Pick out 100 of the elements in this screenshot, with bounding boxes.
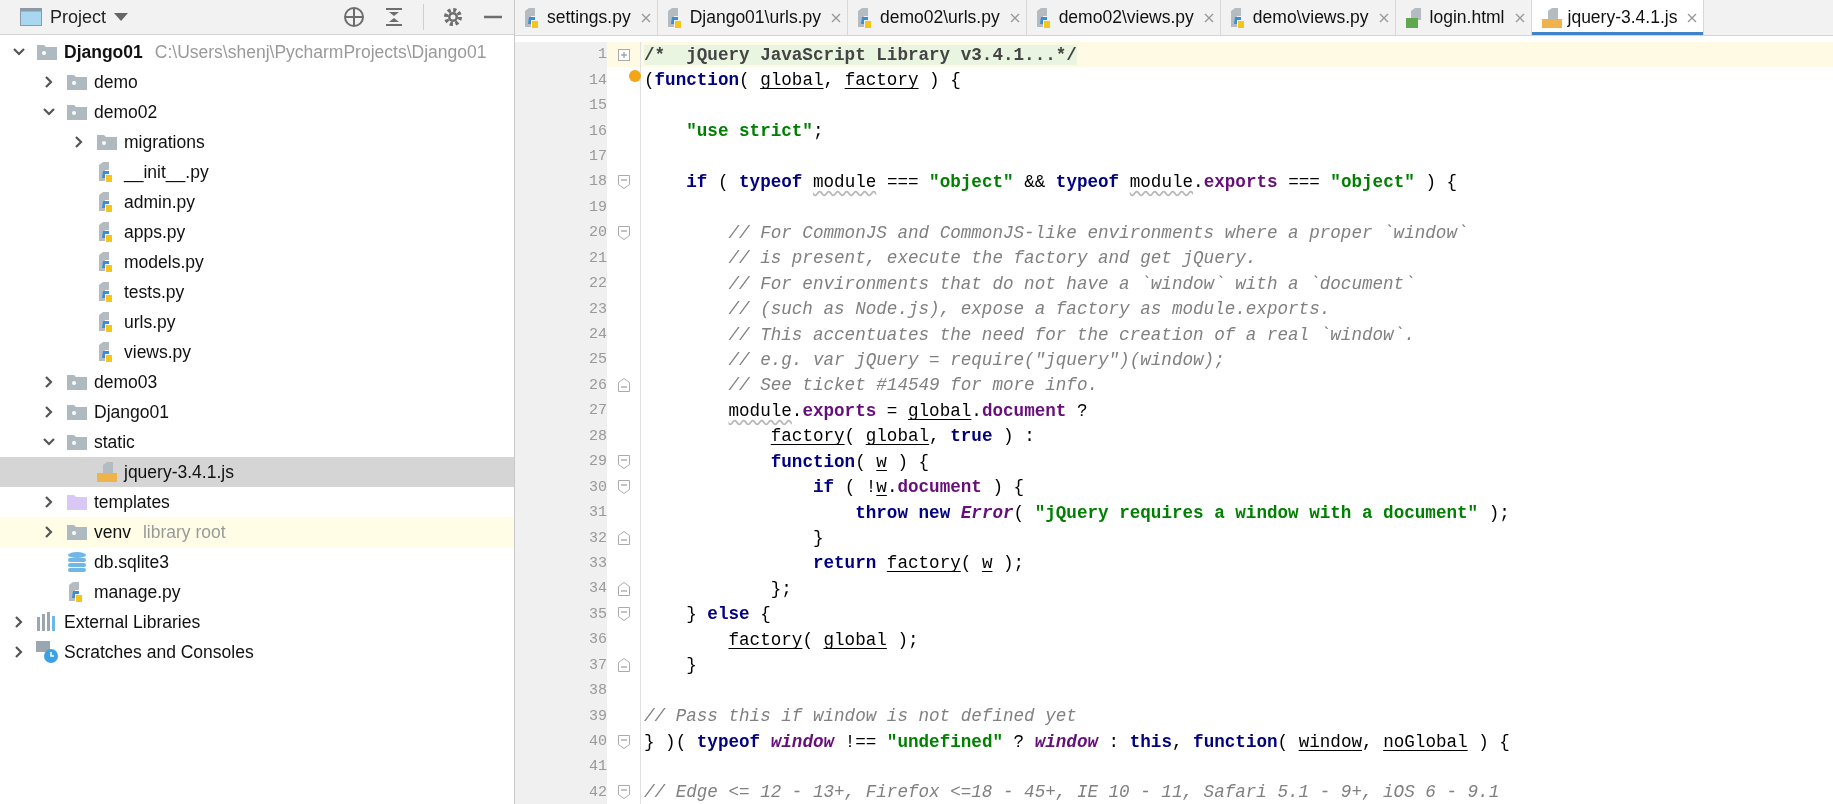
line-number: 33 [515, 550, 607, 577]
line-number: 14 [515, 67, 607, 93]
tree-item[interactable]: manage.py [0, 577, 514, 607]
folder-icon [66, 373, 88, 391]
code-line: }; [769, 578, 792, 599]
collapse-all-icon[interactable] [383, 6, 405, 28]
tree-item-label: demo02 [94, 101, 158, 123]
line-number: 21 [515, 245, 607, 271]
settings-icon[interactable] [442, 6, 464, 28]
tree-item[interactable]: __init__.py [0, 157, 514, 187]
line-number: 42 [515, 779, 607, 804]
editor-tab[interactable]: jquery-3.4.1.js [1531, 0, 1705, 35]
line-number: 16 [515, 118, 607, 144]
close-icon[interactable] [1009, 12, 1020, 23]
line-number: 15 [515, 92, 607, 119]
code-line: // This accentuates the need for the creation of a real `window`. [727, 324, 1415, 345]
folder-icon [66, 103, 88, 121]
folder-icon [66, 403, 88, 421]
close-icon[interactable] [1687, 12, 1698, 23]
fold-end-icon[interactable] [617, 581, 630, 596]
tree-item-label: models.py [124, 251, 204, 273]
fold-end-icon[interactable] [617, 531, 630, 546]
close-icon[interactable] [831, 12, 841, 23]
folder-icon [36, 43, 58, 61]
line-number: 40 [515, 728, 607, 755]
line-number: 18 [515, 169, 607, 195]
tree-item-label: Django01 [64, 41, 143, 63]
fold-collapse-icon[interactable] [617, 607, 630, 622]
fold-collapse-icon[interactable] [617, 734, 630, 749]
fold-collapse-icon[interactable] [617, 480, 630, 495]
code-line: // For environments that do not have a `window` with a `document` [727, 273, 1415, 294]
code-line: } else { [685, 604, 771, 625]
fold-expand-icon[interactable] [617, 48, 630, 61]
code-line: factory( global, true ) : [769, 426, 1035, 447]
tree-item-label: demo [94, 71, 138, 93]
tree-item-label: views.py [124, 341, 192, 363]
tree-item[interactable]: demo [0, 67, 514, 97]
line-number: 23 [515, 296, 607, 322]
tree-item[interactable]: static [0, 427, 514, 457]
code-line: if ( typeof module === "object" && typeof module.exports === "object" ) { [685, 171, 1458, 192]
line-number: 34 [515, 576, 607, 602]
close-icon[interactable] [1203, 12, 1214, 23]
tree-item-hint: library root [142, 521, 226, 543]
tree-item[interactable]: views.py [0, 337, 514, 367]
fold-collapse-icon[interactable] [617, 785, 630, 800]
tree-item[interactable]: External Libraries [0, 607, 514, 637]
folder-icon [66, 73, 88, 91]
lightbulb-icon[interactable] [629, 70, 641, 83]
line-number: 32 [515, 525, 607, 551]
line-number: 35 [515, 601, 607, 628]
line-number: 41 [515, 754, 607, 780]
close-icon[interactable] [640, 12, 651, 23]
locate-target-icon[interactable] [343, 6, 365, 28]
line-number: 27 [515, 398, 607, 424]
database-icon [66, 551, 88, 573]
scratches-icon [35, 640, 59, 664]
tree-item[interactable]: jquery-3.4.1.js [0, 457, 514, 487]
line-number: 37 [515, 652, 607, 678]
tree-item[interactable]: apps.py [0, 217, 514, 247]
tree-item[interactable]: admin.py [0, 187, 514, 217]
tree-item[interactable]: models.py [0, 247, 514, 277]
panel-title[interactable]: Project [50, 6, 107, 28]
line-number: 39 [515, 703, 607, 729]
tree-item[interactable]: tests.py [0, 277, 514, 307]
tree-item-hint: C:\Users\shenj\PycharmProjects\Django01 [154, 41, 487, 63]
tree-item-label: manage.py [94, 581, 181, 603]
dropdown-caret-icon[interactable] [114, 13, 129, 21]
code-line: // Edge <= 12 - 13+, Firefox <=18 - 45+, IE 10 - 11, Safari 5.1 - 9+, iOS 6 - 9.1 [643, 782, 1500, 803]
line-number: 24 [515, 321, 607, 348]
fold-end-icon[interactable] [617, 378, 630, 393]
tree-item[interactable]: urls.py [0, 307, 514, 337]
line-number: 17 [515, 143, 607, 170]
fold-collapse-icon[interactable] [617, 174, 630, 189]
close-icon[interactable] [1514, 12, 1525, 23]
js-file-icon [1539, 6, 1564, 29]
tree-item[interactable]: db.sqlite3 [0, 547, 514, 577]
code-line: function( w ) { [769, 451, 930, 472]
code-line: } )( typeof window !== "undefined" ? window : this, function( window, noGlobal ) { [643, 731, 1510, 752]
fold-collapse-icon[interactable] [617, 454, 630, 469]
code-line: factory( global ); [727, 629, 919, 650]
tree-item-label: demo03 [94, 371, 158, 393]
tree-item[interactable]: demo02 [0, 97, 514, 127]
close-icon[interactable] [1378, 12, 1389, 23]
fold-end-icon[interactable] [617, 658, 630, 673]
line-number: 38 [515, 677, 607, 704]
tree-item[interactable]: Django01 C:\Users\shenj\PycharmProjects\Django01 [0, 37, 514, 67]
line-number: 26 [515, 372, 607, 399]
line-number: 20 [515, 220, 607, 246]
tree-item[interactable]: templates [0, 487, 514, 517]
tree-item[interactable]: Django01 [0, 397, 514, 427]
tree-item-label: Django01 [94, 401, 169, 423]
tree-item[interactable]: Scratches and Consoles [0, 637, 514, 667]
tree-item-label: apps.py [124, 221, 186, 243]
tree-item[interactable]: migrations [0, 127, 514, 157]
tree-item[interactable]: venv library root [0, 517, 514, 547]
code-line: // For CommonJS and CommonJS-like environments where a proper `window` [727, 222, 1468, 243]
tree-item[interactable]: demo03 [0, 367, 514, 397]
fold-collapse-icon[interactable] [617, 225, 630, 240]
code-line: throw new Error( "jQuery requires a window with a document" ); [854, 502, 1510, 523]
tree-item-label: admin.py [124, 191, 195, 213]
